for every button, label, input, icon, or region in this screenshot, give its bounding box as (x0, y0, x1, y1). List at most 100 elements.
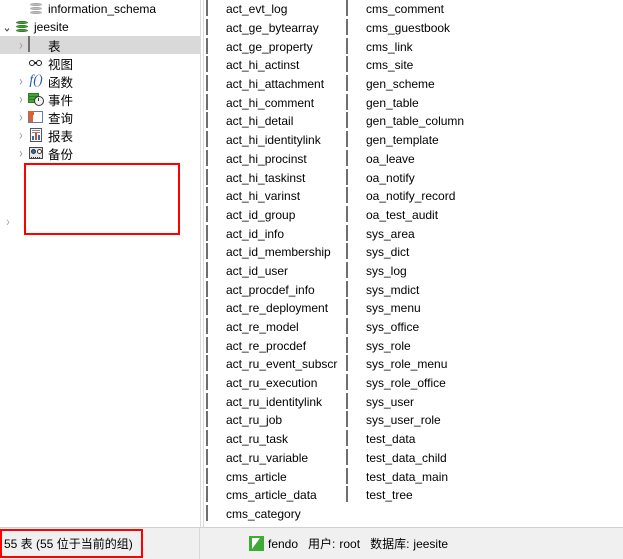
tree-item-1[interactable]: information_schema (0, 0, 200, 18)
list-item[interactable]: act_hi_comment (204, 93, 344, 112)
table-icon (346, 355, 362, 372)
table-list-column-2: cms_comment cms_guestbook cms_link cms_site… (344, 0, 534, 505)
tree-item-7[interactable]: › 查询 (0, 108, 200, 126)
chevron-right-icon[interactable]: › (14, 146, 28, 161)
list-item[interactable]: act_re_deployment (204, 299, 344, 318)
list-item[interactable]: sys_menu (344, 299, 534, 318)
tree-item-8[interactable]: › 报表 (0, 126, 200, 144)
chevron-right-icon[interactable]: › (14, 74, 28, 89)
table-name-label: sys_role (366, 338, 411, 353)
list-item[interactable]: act_hi_detail (204, 112, 344, 131)
table-name-label: gen_scheme (366, 77, 435, 92)
list-item[interactable]: act_id_group (204, 205, 344, 225)
tree-item-5[interactable]: › f() 函数 (0, 72, 200, 90)
list-item[interactable]: act_id_membership (204, 243, 344, 262)
table-list-panel[interactable]: act_evt_log act_ge_bytearray act_ge_proper… (204, 0, 623, 527)
list-item[interactable]: cms_category (204, 504, 344, 524)
list-item[interactable]: act_ge_property (204, 37, 344, 56)
chevron-right-icon[interactable]: › (14, 92, 28, 107)
list-item[interactable]: sys_role_office (344, 374, 534, 393)
table-icon (206, 504, 222, 522)
list-item[interactable]: test_data (344, 430, 534, 449)
object-tree-panel[interactable]: information_schema ⌄ jeesite › 表视图 › f() 函数 › 事件 ›… (0, 0, 200, 527)
list-item[interactable]: act_ru_job (204, 411, 344, 430)
list-item[interactable]: cms_comment (344, 0, 534, 19)
tree-item-9[interactable]: › 备份 (0, 144, 200, 162)
table-icon (206, 280, 222, 298)
tree-item-2[interactable]: ⌄ jeesite (0, 18, 200, 36)
tree-item-label: 查询 (48, 111, 74, 126)
table-name-label: sys_user (366, 394, 415, 409)
list-item[interactable]: act_ge_bytearray (204, 19, 344, 38)
list-item[interactable]: test_data_main (344, 467, 534, 486)
list-item[interactable]: cms_guestbook (344, 19, 534, 38)
chevron-right-icon[interactable]: › (14, 128, 28, 143)
list-item[interactable]: sys_mdict (344, 280, 534, 299)
list-item[interactable]: oa_notify (344, 168, 534, 187)
tree-rows: information_schema ⌄ jeesite › 表视图 › f() 函数 › 事件 ›… (0, 0, 200, 162)
list-item[interactable]: sys_role (344, 336, 534, 355)
list-item[interactable]: cms_article (204, 467, 344, 486)
list-item[interactable]: gen_scheme (344, 75, 534, 94)
list-item[interactable]: sys_dict (344, 243, 534, 262)
list-item[interactable]: act_id_user (204, 261, 344, 281)
list-item[interactable]: act_ru_task (204, 430, 344, 449)
list-item[interactable]: cms_article_data (204, 486, 344, 505)
list-item[interactable]: act_hi_varinst (204, 187, 344, 206)
list-item[interactable]: act_hi_identitylink (204, 131, 344, 150)
table-name-label: sys_menu (366, 301, 421, 316)
list-item[interactable]: gen_template (344, 131, 534, 150)
chevron-down-icon[interactable]: ⌄ (0, 20, 14, 35)
list-item[interactable]: act_ru_identitylink (204, 392, 344, 411)
list-item[interactable]: sys_log (344, 261, 534, 281)
list-item[interactable]: act_id_info (204, 224, 344, 243)
list-item[interactable]: cms_site (344, 56, 534, 75)
table-name-label: test_data_child (366, 450, 447, 465)
table-icon (206, 467, 222, 485)
navicat-window: information_schema ⌄ jeesite › 表视图 › f() 函数 › 事件 ›… (0, 0, 623, 559)
list-item[interactable]: sys_role_menu (344, 355, 534, 374)
list-item[interactable]: act_re_procdef (204, 336, 344, 355)
chevron-right-icon[interactable]: › (14, 110, 28, 125)
list-item[interactable]: act_evt_log (204, 0, 344, 19)
table-icon (346, 280, 362, 298)
list-item[interactable]: test_tree (344, 486, 534, 505)
table-name-label: sys_user_role (366, 413, 441, 428)
table-icon (346, 75, 362, 92)
list-item[interactable]: sys_office (344, 318, 534, 337)
tree-item-3[interactable]: › 表 (0, 36, 200, 54)
table-name-label: gen_template (366, 133, 439, 148)
list-item[interactable]: sys_area (344, 224, 534, 243)
list-item[interactable]: act_re_model (204, 318, 344, 337)
list-item[interactable]: act_ru_execution (204, 374, 344, 393)
list-item[interactable]: cms_link (344, 37, 534, 56)
status-table-count: 55 表 (55 位于当前的组) (0, 528, 200, 559)
list-item[interactable]: act_hi_procinst (204, 149, 344, 169)
list-item[interactable]: act_ru_variable (204, 448, 344, 468)
list-item[interactable]: act_procdef_info (204, 280, 344, 299)
list-item[interactable]: sys_user_role (344, 411, 534, 430)
table-icon (346, 467, 362, 485)
table-name-label: act_ge_property (226, 39, 313, 54)
table-icon (346, 93, 362, 111)
table-icon (346, 224, 362, 242)
list-item[interactable]: act_hi_attachment (204, 75, 344, 94)
list-item[interactable]: gen_table_column (344, 112, 534, 131)
list-item[interactable]: oa_notify_record (344, 187, 534, 206)
chevron-right-icon[interactable]: › (14, 38, 28, 53)
list-item[interactable]: act_hi_actinst (204, 56, 344, 75)
list-item[interactable]: oa_test_audit (344, 205, 534, 225)
list-item[interactable]: act_ru_event_subscr (204, 355, 344, 374)
list-item[interactable]: act_hi_taskinst (204, 168, 344, 187)
chevron-right-icon[interactable]: › (2, 213, 14, 231)
table-name-label: act_ru_job (226, 413, 283, 428)
table-icon (206, 168, 222, 186)
list-item[interactable]: gen_table (344, 93, 534, 112)
table-name-label: act_hi_varinst (226, 189, 301, 204)
list-item[interactable]: oa_leave (344, 149, 534, 169)
tree-item-4[interactable]: 视图 (0, 54, 200, 72)
list-item[interactable]: test_data_child (344, 448, 534, 468)
tree-item-6[interactable]: › 事件 (0, 90, 200, 108)
table-name-label: act_hi_attachment (226, 77, 325, 92)
list-item[interactable]: sys_user (344, 392, 534, 411)
